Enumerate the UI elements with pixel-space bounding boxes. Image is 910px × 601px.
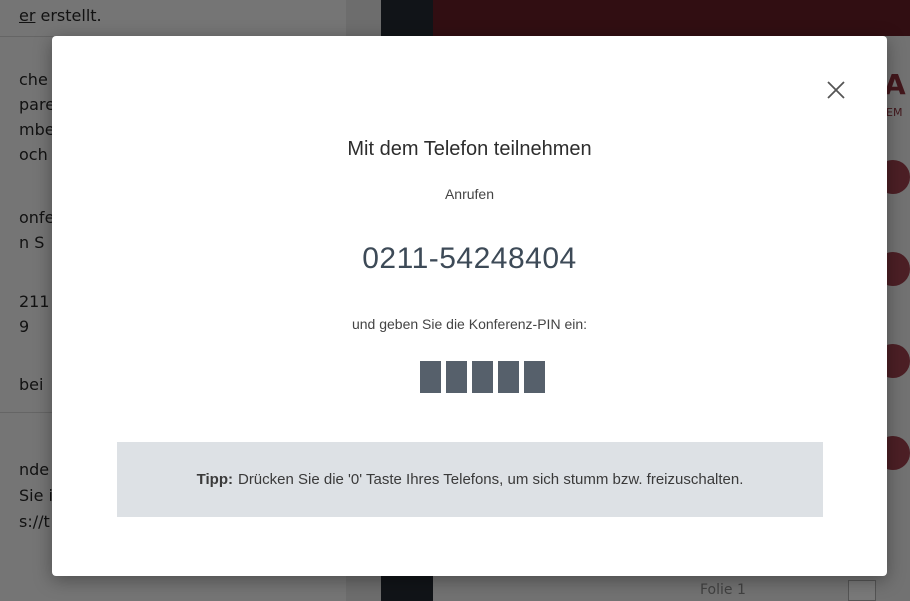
dialog-title: Mit dem Telefon teilnehmen [347, 138, 592, 160]
phone-number: 0211-54248404 [362, 242, 577, 275]
phone-dial-in-dialog: Mit dem Telefon teilnehmen Anrufen 0211-… [52, 36, 887, 576]
pin-digit-mask [524, 361, 545, 393]
close-button[interactable] [822, 76, 850, 104]
tip-text: Drücken Sie die '0' Taste Ihres Telefons… [237, 471, 744, 488]
pin-digit-mask [472, 361, 493, 393]
pin-digit-mask [420, 361, 441, 393]
tip-box: Tipp: Drücken Sie die '0' Taste Ihres Te… [117, 442, 823, 517]
pin-digit-mask [498, 361, 519, 393]
pin-label: und geben Sie die Konferenz-PIN ein: [351, 316, 588, 332]
tip-label: Tipp: [196, 471, 233, 488]
conference-pin-masked [420, 361, 545, 393]
pin-digit-mask [446, 361, 467, 393]
close-icon [827, 81, 845, 99]
call-label: Anrufen [444, 186, 495, 202]
